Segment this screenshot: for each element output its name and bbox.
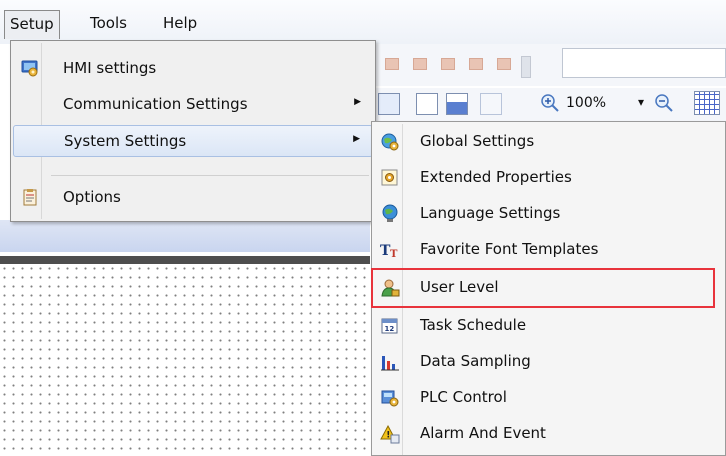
menu-bar: Setup Tools Help (0, 0, 726, 44)
toolbar-overflow-button[interactable] (521, 56, 531, 78)
menu-help[interactable]: Help (158, 10, 202, 39)
menu-tools[interactable]: Tools (85, 10, 132, 39)
zoom-dropdown-arrow[interactable]: ▾ (638, 95, 644, 109)
submenu-item-label: Extended Properties (420, 168, 572, 186)
toolbar-combo-box[interactable] (562, 48, 726, 78)
submenu-item-data-sampling[interactable]: Data Sampling (374, 344, 724, 380)
menu-item-label: Options (63, 188, 121, 206)
language-globe-icon (380, 204, 400, 224)
bar-chart-icon (380, 352, 400, 372)
menu-item-options[interactable]: Options (13, 182, 373, 214)
setup-menu: HMI settings Communication Settings ▶ Sy… (10, 40, 376, 222)
svg-text:12: 12 (385, 325, 395, 333)
submenu-item-label: Language Settings (420, 204, 561, 222)
submenu-arrow-icon: ▶ (353, 134, 360, 144)
toolbar-align-icon[interactable] (441, 58, 455, 70)
svg-text:T: T (390, 249, 398, 260)
submenu-item-label: Global Settings (420, 132, 535, 150)
toolbar-align-icon[interactable] (413, 58, 427, 70)
grid-toggle-icon[interactable] (694, 91, 720, 115)
submenu-arrow-icon: ▶ (354, 97, 361, 107)
hmi-settings-icon (21, 59, 39, 77)
design-canvas[interactable] (0, 264, 370, 456)
menu-setup[interactable]: Setup (4, 10, 60, 39)
submenu-item-language-settings[interactable]: Language Settings (374, 196, 724, 232)
toolbar-layout-icon[interactable] (446, 93, 468, 115)
menu-item-label: HMI settings (63, 59, 157, 77)
submenu-item-label: User Level (420, 278, 499, 296)
user-level-icon (380, 278, 400, 298)
menu-item-communication-settings[interactable]: Communication Settings ▶ (13, 89, 373, 121)
toolbar-add-icon[interactable] (480, 93, 502, 115)
editor-top-border (0, 256, 370, 264)
submenu-item-favorite-font-templates[interactable]: TT Favorite Font Templates (374, 232, 724, 268)
submenu-item-label: Alarm And Event (420, 424, 546, 442)
submenu-item-label: Task Schedule (420, 316, 527, 334)
globe-gear-icon (380, 132, 400, 152)
menu-item-hmi-settings[interactable]: HMI settings (13, 53, 373, 85)
svg-text:!: ! (386, 431, 390, 441)
menu-item-system-settings[interactable]: System Settings ▶ (13, 125, 373, 157)
toolbar-align-icon[interactable] (385, 58, 399, 70)
menu-item-label: Communication Settings (63, 95, 248, 113)
submenu-item-alarm-and-event[interactable]: ! Alarm And Event (374, 416, 724, 452)
menu-separator (51, 175, 369, 176)
font-template-icon: TT (380, 240, 400, 260)
system-settings-submenu: Global Settings Extended Properties Lang… (371, 121, 726, 456)
zoom-in-icon[interactable] (540, 93, 560, 113)
zoom-level[interactable]: 100% (566, 95, 606, 111)
alarm-warning-icon: ! (380, 424, 400, 444)
submenu-item-user-level[interactable]: User Level (371, 268, 724, 308)
submenu-item-label: Favorite Font Templates (420, 240, 599, 258)
toolbar-align-icon[interactable] (469, 58, 483, 70)
menu-item-label: System Settings (64, 132, 187, 150)
toolbar-view-icon[interactable] (378, 93, 400, 115)
zoom-out-icon[interactable] (654, 93, 674, 113)
calendar-icon: 12 (380, 316, 400, 336)
submenu-item-extended-properties[interactable]: Extended Properties (374, 160, 724, 196)
submenu-item-plc-control[interactable]: PLC Control (374, 380, 724, 416)
ribbon-band (0, 220, 370, 252)
submenu-item-global-settings[interactable]: Global Settings (374, 124, 724, 160)
submenu-item-label: PLC Control (420, 388, 507, 406)
submenu-item-task-schedule[interactable]: 12 Task Schedule (374, 308, 724, 344)
extended-properties-icon (380, 168, 400, 188)
toolbar-align-icon[interactable] (497, 58, 511, 70)
plc-control-icon (380, 388, 400, 408)
options-clipboard-icon (21, 188, 39, 206)
toolbar-frame-icon[interactable] (416, 93, 438, 115)
submenu-item-label: Data Sampling (420, 352, 531, 370)
